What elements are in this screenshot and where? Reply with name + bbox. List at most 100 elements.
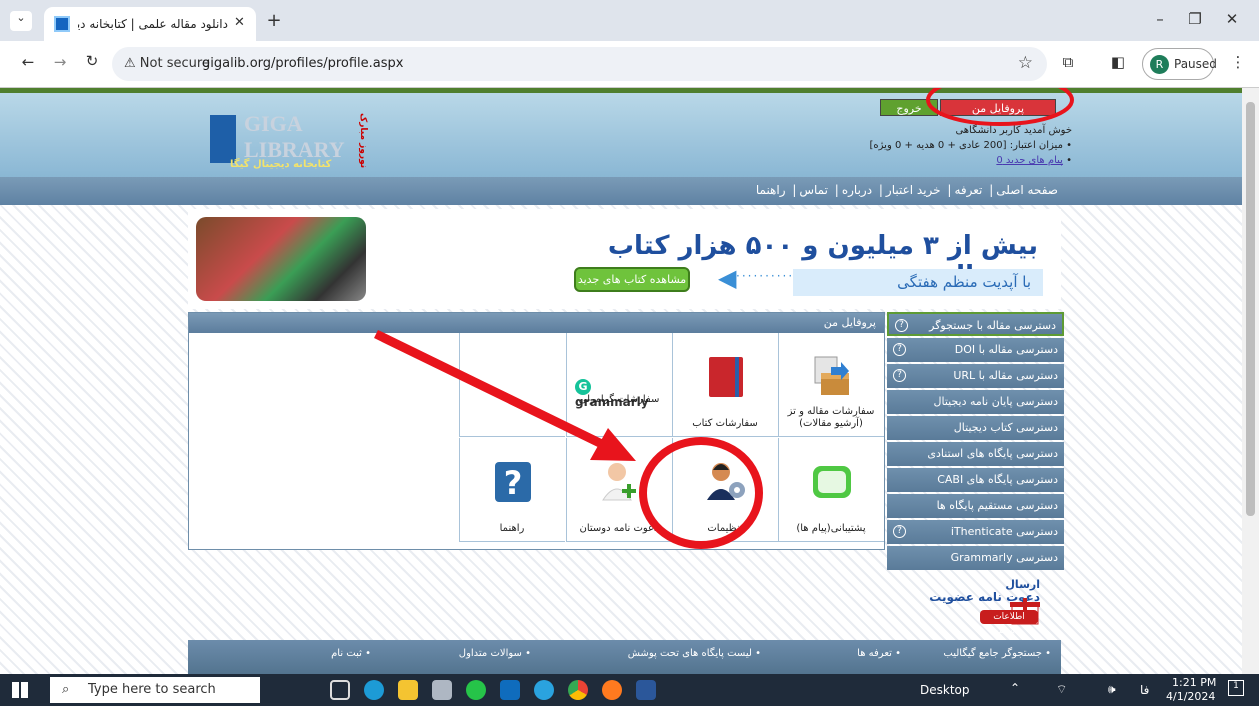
site-header: GIGA LIBRARY کتابخانه دیجیتال گیگا نوروز … <box>0 88 1242 177</box>
chevron-up-icon[interactable]: ⌃ <box>1010 681 1020 695</box>
side-menu-label: دسترسی کتاب دیجیتال <box>953 421 1058 434</box>
add-user-icon <box>602 463 636 501</box>
site-logo[interactable]: GIGA LIBRARY کتابخانه دیجیتال گیگا نوروز … <box>210 105 370 175</box>
promo-banner: بیش از ۳ میلیون و ۵۰۰ هزار کتاب دیجیتال … <box>188 209 1061 309</box>
side-menu-item[interactable]: دسترسی پایگاه های استنادی <box>887 442 1064 466</box>
browser-tab[interactable]: دانلود مقاله علمی | کتابخانه دیجیتال ✕ <box>44 7 256 41</box>
banner-subline: با آپدیت منظم هفتگی <box>793 269 1043 296</box>
firefox-icon[interactable] <box>602 680 622 700</box>
close-tab-icon[interactable]: ✕ <box>234 15 245 30</box>
side-menu-label: دسترسی مقاله با جستجوگر <box>929 319 1056 332</box>
desktop-label[interactable]: Desktop <box>920 683 970 697</box>
side-panel-icon[interactable]: ◧ <box>1108 53 1128 71</box>
taskbar-search-input[interactable]: ⌕ Type here to search <box>50 677 260 703</box>
side-menu-item[interactable]: دسترسی مقاله با DOI? <box>887 338 1064 362</box>
new-books-button[interactable]: مشاهده کتاب های جدید <box>574 267 690 292</box>
side-menu-item[interactable]: دسترسی iThenticate? <box>887 520 1064 544</box>
footer-link[interactable]: • تعرفه ها <box>857 648 901 659</box>
omnibox[interactable]: ⚠ Not secure gigalib.org/profiles/profil… <box>112 47 1047 81</box>
help-cell[interactable]: ? راهنما <box>459 438 565 542</box>
more-info-button[interactable]: اطلاعات بیشتر... <box>980 610 1038 636</box>
url-text[interactable]: gigalib.org/profiles/profile.aspx <box>202 56 404 71</box>
footer-link[interactable]: • لیست پایگاه های تحت پوشش <box>628 648 761 659</box>
nav-about[interactable]: درباره <box>842 183 872 197</box>
side-menu-item[interactable]: دسترسی Grammarly <box>887 546 1064 570</box>
side-menu-item[interactable]: دسترسی کتاب دیجیتال <box>887 416 1064 440</box>
dots-decoration: ·········· <box>736 269 795 283</box>
footer-link[interactable]: • سوالات متداول <box>459 648 531 659</box>
edge-icon[interactable] <box>364 680 384 700</box>
clock-date[interactable]: 4/1/2024 <box>1166 690 1215 703</box>
network-icon[interactable]: ⌔ <box>1056 682 1067 697</box>
windows-start-icon[interactable] <box>12 682 28 698</box>
footer-link[interactable]: • ثبت نام <box>331 648 371 659</box>
not-secure-text: Not secure <box>139 56 210 71</box>
tab-list-button[interactable]: ⌄ <box>10 11 32 31</box>
restore-icon[interactable]: ❐ <box>1185 10 1205 28</box>
profile-button[interactable]: R Paused <box>1142 48 1217 80</box>
question-icon[interactable]: ? <box>893 343 906 356</box>
side-menu-item[interactable]: دسترسی پایگاه های CABI <box>887 468 1064 492</box>
reload-icon[interactable]: ↻ <box>82 52 102 70</box>
support-cell[interactable]: پشتیبانی(پیام ها) <box>778 438 884 542</box>
credit-value: [200 عادی + 0 هدیه + 0 ویژه] <box>869 140 1007 151</box>
invite-friends-cell[interactable]: دعوت نامه دوستان <box>566 438 672 542</box>
page-scrollbar[interactable] <box>1242 88 1259 674</box>
arrow-left-icon: ◀ <box>718 264 737 292</box>
mail-icon[interactable] <box>500 680 520 700</box>
word-icon[interactable] <box>636 680 656 700</box>
whatsapp-icon[interactable] <box>466 680 486 700</box>
close-window-icon[interactable]: ✕ <box>1222 10 1242 28</box>
telegram-icon[interactable] <box>534 680 554 700</box>
nav-tariff[interactable]: تعرفه <box>954 183 982 197</box>
question-icon[interactable]: ? <box>893 525 906 538</box>
browser-menu-icon[interactable]: ⋮ <box>1230 53 1246 71</box>
user-settings-icon <box>707 463 745 500</box>
address-toolbar: ← → ↻ ⚠ Not secure gigalib.org/profiles/… <box>0 41 1259 88</box>
settings-cell[interactable]: تنظیمات <box>672 438 778 542</box>
bookmark-star-icon[interactable]: ☆ <box>1018 53 1033 73</box>
store-icon[interactable] <box>432 680 452 700</box>
forward-icon[interactable]: → <box>50 53 70 71</box>
volume-icon[interactable]: 🕪 <box>1108 682 1116 697</box>
nav-help[interactable]: راهنما <box>756 183 786 197</box>
notification-icon[interactable]: 1 <box>1228 680 1244 696</box>
my-profile-button[interactable]: پروفایل من <box>940 99 1056 116</box>
chrome-icon[interactable] <box>568 680 588 700</box>
question-icon[interactable]: ? <box>893 369 906 382</box>
side-menu-label: دسترسی پایان نامه دیجیتال <box>933 395 1058 408</box>
new-messages-link[interactable]: پیام های جدید 0 <box>996 155 1063 166</box>
article-orders-cell[interactable]: سفارشات مقاله و تز (آرشیو مقالات) <box>778 333 884 437</box>
side-menu-item[interactable]: دسترسی مقاله با URL? <box>887 364 1064 388</box>
extensions-icon[interactable]: ⧉ <box>1058 53 1078 71</box>
logo-nowruz: نوروز مبارک <box>358 113 368 169</box>
side-menu-item[interactable]: دسترسی مقاله با جستجوگر? <box>887 312 1064 336</box>
nav-home[interactable]: صفحه اصلی <box>996 183 1058 197</box>
footer-link-text: جستجوگر جامع گیگالیب <box>943 648 1042 659</box>
nav-buy-credit[interactable]: خرید اعتبار <box>886 183 941 197</box>
new-tab-button[interactable]: + <box>264 10 284 31</box>
question-icon[interactable]: ? <box>895 319 908 332</box>
grammarly-icon: G <box>575 379 591 395</box>
clock-time[interactable]: 1:21 PM <box>1172 676 1216 689</box>
side-menu-item[interactable]: دسترسی مستقیم پایگاه ها <box>887 494 1064 518</box>
credit-label: میزان اعتبار: <box>1009 140 1063 151</box>
side-menu-item[interactable]: دسترسی پایان نامه دیجیتال <box>887 390 1064 414</box>
task-view-icon[interactable] <box>330 680 350 700</box>
file-explorer-icon[interactable] <box>398 680 418 700</box>
scrollbar-thumb[interactable] <box>1246 102 1255 516</box>
book-icon <box>709 357 743 397</box>
book-orders-cell[interactable]: سفارشات کتاب <box>672 333 778 437</box>
invite-box[interactable]: ارسال دعوت نامه عضویت اطلاعات بیشتر... <box>900 578 1060 636</box>
nav-contact[interactable]: تماس <box>799 183 828 197</box>
tab-title: دانلود مقاله علمی | کتابخانه دیجیتال <box>78 17 228 31</box>
not-secure-label[interactable]: ⚠ Not secure <box>124 56 210 71</box>
side-menu-label: دسترسی مقاله با URL <box>953 369 1058 382</box>
logout-button[interactable]: خروج <box>880 99 938 116</box>
back-icon[interactable]: ← <box>18 53 38 71</box>
footer-link-text: سوالات متداول <box>458 648 522 659</box>
minimize-icon[interactable]: – <box>1150 10 1170 28</box>
language-indicator[interactable]: فا <box>1140 683 1149 697</box>
grammarly-orders-cell[interactable]: G grammarly سفارشات گرامرلی <box>566 333 672 437</box>
footer-link[interactable]: • جستجوگر جامع گیگالیب <box>943 648 1051 659</box>
